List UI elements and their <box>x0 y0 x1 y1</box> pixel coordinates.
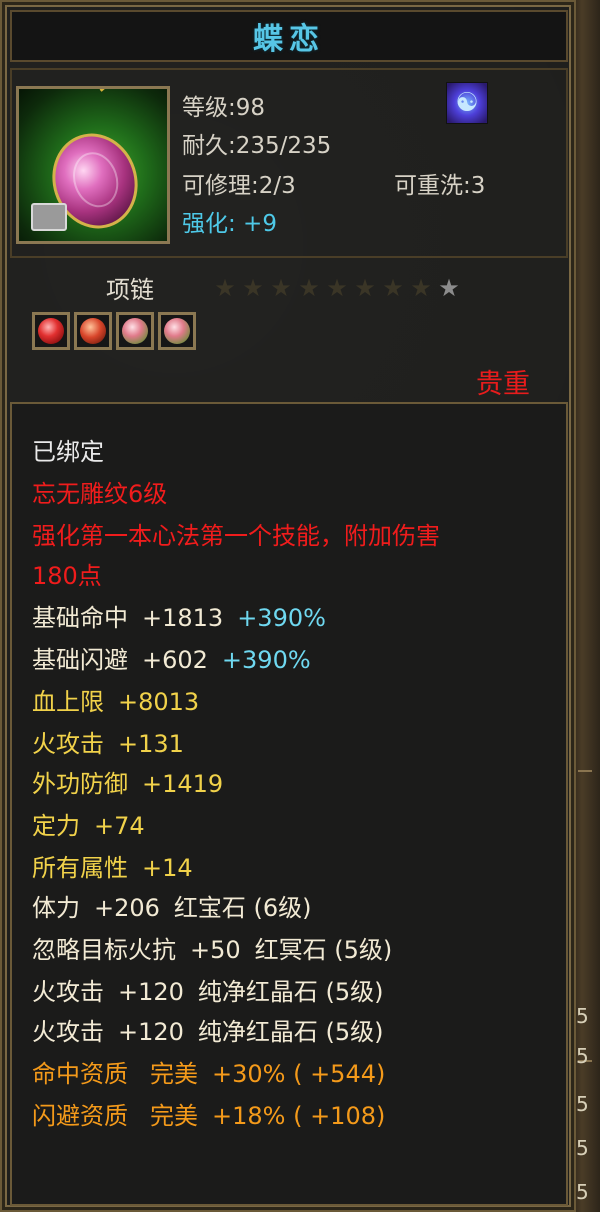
attr-value: +1813 <box>142 604 224 632</box>
socket-slot[interactable] <box>116 312 154 350</box>
star-icon: ★ <box>298 274 320 302</box>
gem-value: +206 <box>94 894 160 922</box>
gem-value: +120 <box>118 1018 184 1046</box>
attr-label: 定力 <box>32 812 80 840</box>
background-decoration <box>578 770 592 782</box>
attributes-panel: 已绑定 忘无雕纹6级 强化第一本心法第一个技能，附加伤害 180点 基础命中 +1… <box>10 402 568 1206</box>
durability-label: 耐久:235/235 <box>182 133 332 159</box>
attr-value: +602 <box>142 646 208 674</box>
attr-bonus: +390% <box>237 604 326 632</box>
socket-slot[interactable] <box>74 312 112 350</box>
rarity-label: 贵重 <box>476 369 530 400</box>
attr-all-attributes: 所有属性 +14 <box>32 848 193 883</box>
gem-name: 红冥石 (5级) <box>254 936 393 964</box>
crystal-gem-icon <box>164 318 190 344</box>
gem-attr-3: 火攻击 +120 纯净红晶石 (5级) <box>32 972 384 1007</box>
gem-stat: 火攻击 <box>32 1018 104 1046</box>
aptitude-label: 命中资质 <box>32 1060 128 1088</box>
rewashable-label: 可重洗:3 <box>394 173 486 199</box>
gem-name: 纯净红晶石 (5级) <box>197 978 384 1006</box>
attr-bonus: +390% <box>221 646 311 674</box>
aptitude-value: +18% ( +108) <box>212 1102 386 1130</box>
aptitude-grade: 完美 <box>150 1060 198 1088</box>
engrave-desc-cont: 180点 <box>32 562 102 590</box>
item-type: 项链 <box>106 276 154 304</box>
gem-attr-4: 火攻击 +120 纯净红晶石 (5级) <box>32 1012 384 1047</box>
school-emblem-icon: ☯ <box>446 82 488 124</box>
attr-fire-attack: 火攻击 +131 <box>32 724 184 759</box>
background-digit: 5 <box>576 1044 589 1068</box>
attr-hp: 血上限 +8013 <box>32 682 199 717</box>
enhance-label: 强化: +9 <box>182 211 277 237</box>
background-digit: 5 <box>576 1180 589 1204</box>
aptitude-dodge: 闪避资质 完美 +18% ( +108) <box>32 1096 385 1131</box>
star-icon: ★ <box>242 274 264 302</box>
attr-dodge: 基础闪避 +602 +390% <box>32 640 311 675</box>
attr-focus: 定力 +74 <box>32 806 145 841</box>
star-icon: ★ <box>326 274 348 302</box>
star-icon-lit: ★ <box>438 274 460 302</box>
attr-label: 火攻击 <box>32 730 104 758</box>
attr-value: +74 <box>94 812 145 840</box>
background-digit: 5 <box>576 1004 589 1028</box>
engrave-desc: 强化第一本心法第一个技能，附加伤害 <box>32 522 440 550</box>
star-icon: ★ <box>354 274 376 302</box>
attr-value: +131 <box>118 730 184 758</box>
aptitude-label: 闪避资质 <box>32 1102 128 1130</box>
crystal-gem-icon <box>122 318 148 344</box>
attr-label: 基础闪避 <box>32 646 128 674</box>
attr-value: +14 <box>142 854 193 882</box>
gem-value: +50 <box>190 936 241 964</box>
socket-slot[interactable] <box>158 312 196 350</box>
bound-lock-icon <box>31 203 67 231</box>
gem-name: 纯净红晶石 (5级) <box>197 1018 384 1046</box>
gem-stat: 忽略目标火抗 <box>32 936 176 964</box>
star-icon: ★ <box>270 274 292 302</box>
attr-label: 所有属性 <box>32 854 128 882</box>
level-label: 等级:98 <box>182 95 266 121</box>
title-bar: 蝶恋 <box>10 10 568 62</box>
aptitude-value: +30% ( +544) <box>212 1060 386 1088</box>
aptitude-hit: 命中资质 完美 +30% ( +544) <box>32 1054 385 1089</box>
aptitude-grade: 完美 <box>150 1102 198 1130</box>
gem-stat: 体力 <box>32 894 80 922</box>
bound-status: 已绑定 <box>32 438 104 466</box>
engrave-name: 忘无雕纹6级 <box>32 480 168 508</box>
gem-name: 红宝石 (6级) <box>173 894 312 922</box>
item-tooltip: 蝶恋 等级:98 耐久:235/235 可修理:2/3 可重洗:3 强化: +9… <box>0 0 576 1212</box>
gem-sockets <box>32 312 196 350</box>
gem-attr-2: 忽略目标火抗 +50 红冥石 (5级) <box>32 930 392 965</box>
item-name: 蝶恋 <box>253 22 325 57</box>
attr-label: 血上限 <box>32 688 104 716</box>
attr-label: 基础命中 <box>32 604 128 632</box>
ruby-gem-icon <box>38 318 64 344</box>
star-icon: ★ <box>214 274 236 302</box>
gem-value: +120 <box>118 978 184 1006</box>
background-digit: 5 <box>576 1136 589 1160</box>
attr-value: +8013 <box>118 688 200 716</box>
star-icon: ★ <box>382 274 404 302</box>
attr-label: 外功防御 <box>32 770 128 798</box>
star-icon: ★ <box>410 274 432 302</box>
background-digit: 5 <box>576 1092 589 1116</box>
attr-external-defense: 外功防御 +1419 <box>32 764 223 799</box>
red-gem-icon <box>80 318 106 344</box>
repairable-label: 可修理:2/3 <box>182 173 296 199</box>
gem-attr-1: 体力 +206 红宝石 (6级) <box>32 888 312 923</box>
item-icon-frame[interactable] <box>16 86 170 244</box>
star-rating: ★ ★ ★ ★ ★ ★ ★ ★ ★ <box>212 274 462 302</box>
attr-value: +1419 <box>142 770 224 798</box>
attr-hit: 基础命中 +1813 +390% <box>32 598 326 633</box>
socket-slot[interactable] <box>32 312 70 350</box>
gem-stat: 火攻击 <box>32 978 104 1006</box>
